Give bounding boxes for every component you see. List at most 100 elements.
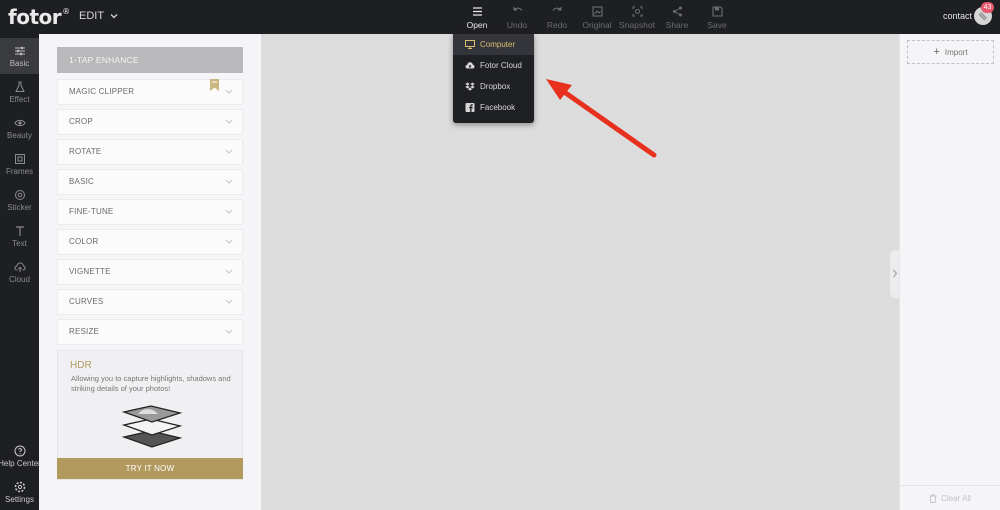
share-icon: [672, 6, 682, 17]
nav-frames[interactable]: Frames: [0, 146, 39, 182]
nav-beauty-label: Beauty: [7, 130, 32, 140]
nav-sticker[interactable]: Sticker: [0, 182, 39, 218]
clear-all-button[interactable]: Clear All: [900, 485, 1000, 510]
nav-effect[interactable]: Effect: [0, 74, 39, 110]
section-crop[interactable]: CROP: [57, 109, 243, 135]
undo-icon: [512, 7, 522, 11]
nav-basic-label: Basic: [9, 58, 30, 68]
original-button[interactable]: Original: [577, 4, 617, 32]
import-button[interactable]: + Import: [907, 40, 994, 64]
save-icon: [711, 6, 723, 17]
flask-icon: [14, 81, 25, 92]
chevron-down-icon: [225, 329, 233, 334]
cloud-icon: [465, 62, 475, 69]
basic-panel: 1-TAP ENHANCE MAGIC CLIPPER CROP ROTATE …: [39, 34, 261, 510]
redo-icon: [552, 7, 562, 11]
notification-badge: 43: [981, 2, 994, 13]
menu-item-dropbox[interactable]: Dropbox: [453, 76, 534, 97]
chevron-down-icon: [225, 239, 233, 244]
section-rotate[interactable]: ROTATE: [57, 139, 243, 165]
section-label: MAGIC CLIPPER: [69, 87, 135, 96]
open-button[interactable]: Open: [457, 4, 497, 32]
left-nav: Basic Effect Beauty Frames Sticker Text …: [0, 34, 41, 510]
nav-beauty[interactable]: Beauty: [0, 110, 39, 146]
section-label: BASIC: [69, 177, 95, 186]
redo-button[interactable]: Redo: [537, 4, 577, 32]
original-label: Original: [582, 20, 612, 30]
hdr-layers-illustration: [121, 405, 183, 448]
nav-basic[interactable]: Basic: [0, 38, 39, 74]
chevron-down-icon: [225, 269, 233, 274]
nav-help-center[interactable]: Help Center: [0, 438, 41, 474]
computer-icon: [465, 40, 475, 49]
open-dropdown-menu: Computer Fotor Cloud Dropbox Facebook: [453, 34, 534, 123]
import-label: Import: [944, 47, 968, 57]
chevron-down-icon: [110, 14, 118, 19]
section-vignette[interactable]: VIGNETTE: [57, 259, 243, 285]
chevron-down-icon: [225, 179, 233, 184]
hdr-title: HDR: [70, 360, 92, 371]
nav-cloud[interactable]: Cloud: [0, 254, 39, 290]
sliders-icon: [14, 46, 25, 55]
share-label: Share: [665, 20, 689, 30]
section-label: CURVES: [69, 297, 104, 306]
frame-icon: [14, 153, 25, 164]
section-color[interactable]: COLOR: [57, 229, 243, 255]
avatar[interactable]: 43: [974, 2, 994, 25]
section-curves[interactable]: CURVES: [57, 289, 243, 315]
try-it-now-button[interactable]: TRY IT NOW: [57, 458, 243, 479]
chevron-down-icon: [225, 149, 233, 154]
chevron-down-icon: [225, 209, 233, 214]
menu-item-facebook[interactable]: Facebook: [453, 97, 534, 118]
chevron-down-icon: [225, 119, 233, 124]
redo-label: Redo: [546, 20, 568, 30]
logo-trademark: ®: [62, 7, 70, 17]
nav-settings[interactable]: Settings: [0, 474, 39, 510]
save-button[interactable]: Save: [697, 4, 737, 32]
fotor-logo[interactable]: fotor®: [8, 5, 70, 29]
snapshot-icon: [631, 6, 643, 17]
logo-text: fotor: [8, 5, 62, 29]
section-resize[interactable]: RESIZE: [57, 319, 243, 345]
section-basic[interactable]: BASIC: [57, 169, 243, 195]
menu-icon: [472, 7, 482, 16]
import-panel: + Import Clear All: [899, 34, 1000, 510]
share-button[interactable]: Share: [657, 4, 697, 32]
mode-selector[interactable]: EDIT: [79, 10, 118, 22]
annotation-arrow-icon: [546, 79, 657, 158]
one-tap-enhance-button[interactable]: 1-TAP ENHANCE: [57, 47, 243, 73]
section-fine-tune[interactable]: FINE-TUNE: [57, 199, 243, 225]
contact-link[interactable]: contact: [943, 11, 972, 21]
section-label: COLOR: [69, 237, 99, 246]
chevron-right-icon: [893, 269, 898, 278]
menu-item-label: Dropbox: [480, 82, 511, 91]
text-icon: [15, 225, 24, 236]
menu-item-fotor-cloud[interactable]: Fotor Cloud: [453, 55, 534, 76]
nav-settings-label: Settings: [5, 494, 34, 504]
hdr-description: Allowing you to capture highlights, shad…: [71, 374, 231, 393]
open-label: Open: [466, 20, 488, 30]
nav-text[interactable]: Text: [0, 218, 39, 254]
trash-icon: [929, 493, 937, 503]
plus-icon: +: [933, 46, 940, 58]
eye-icon: [13, 119, 26, 126]
nav-text-label: Text: [12, 238, 27, 248]
mode-label: EDIT: [79, 10, 105, 22]
menu-item-label: Computer: [480, 40, 516, 49]
menu-item-computer[interactable]: Computer: [453, 34, 534, 55]
snapshot-button[interactable]: Snapshot: [617, 4, 657, 32]
facebook-icon: [465, 103, 475, 112]
help-icon: [14, 445, 25, 456]
section-label: RESIZE: [69, 327, 100, 336]
undo-label: Undo: [506, 20, 528, 30]
chevron-down-icon: [225, 89, 233, 94]
section-label: FINE-TUNE: [69, 207, 114, 216]
toolbar: Open Undo Redo Original Snapshot Share S…: [457, 4, 737, 32]
undo-button[interactable]: Undo: [497, 4, 537, 32]
original-icon: [591, 6, 603, 17]
nav-frames-label: Frames: [5, 166, 34, 176]
section-magic-clipper[interactable]: MAGIC CLIPPER: [57, 79, 243, 105]
save-label: Save: [707, 20, 727, 30]
cloud-upload-icon: [13, 261, 26, 272]
nav-sticker-label: Sticker: [7, 202, 32, 212]
